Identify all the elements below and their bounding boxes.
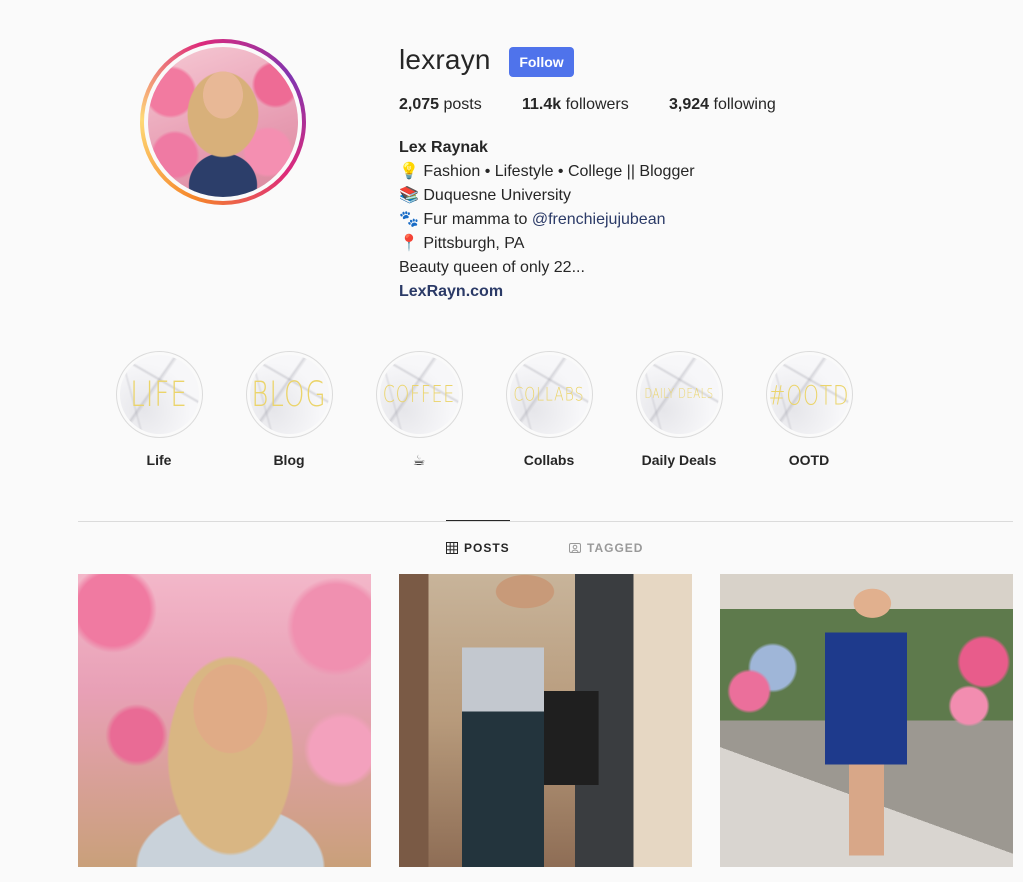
highlight-ring: DAILY DEALS: [635, 351, 723, 438]
profile-full-name: Lex Raynak: [399, 139, 488, 156]
highlight-ring: COFFEE: [375, 351, 463, 438]
grid-icon: [446, 542, 458, 554]
tab-posts-label: POSTS: [464, 541, 510, 555]
followers-count[interactable]: 11.4k followers: [522, 96, 629, 114]
highlight-cover: BLOG: [249, 355, 329, 434]
posts-count-label: posts: [443, 96, 482, 113]
profile-bio: Lex Raynak 💡 Fashion • Lifestyle • Colle…: [399, 136, 695, 304]
highlight-daily-deals[interactable]: DAILY DEALS Daily Deals: [614, 351, 744, 468]
highlight-ring: BLOG: [245, 351, 333, 438]
highlight-cover: LIFE: [119, 355, 199, 434]
tab-posts[interactable]: POSTS: [446, 541, 510, 555]
post-thumbnail[interactable]: [720, 574, 1013, 867]
highlight-cover-text: COLLABS: [513, 383, 585, 406]
followers-count-label: followers: [565, 96, 629, 113]
highlight-blog[interactable]: BLOG Blog: [224, 351, 354, 468]
following-count[interactable]: 3,924 following: [669, 96, 776, 114]
highlight-label: OOTD: [788, 452, 830, 468]
posts-count: 2,075 posts: [399, 96, 482, 114]
followers-count-value: 11.4k: [522, 96, 562, 113]
highlight-label: Daily Deals: [641, 452, 717, 468]
bio-line-3-text: 🐾 Fur mamma to: [399, 211, 532, 228]
highlight-ootd[interactable]: #OOTD OOTD: [744, 351, 874, 468]
post-thumbnail[interactable]: [399, 574, 692, 867]
profile-avatar-frame: [144, 43, 302, 201]
highlight-label: Blog: [273, 452, 305, 468]
tab-tagged-label: TAGGED: [587, 541, 644, 555]
following-count-value: 3,924: [669, 96, 710, 113]
highlight-label: ☕: [412, 452, 426, 468]
highlight-ring: COLLABS: [505, 351, 593, 438]
tab-tagged[interactable]: TAGGED: [569, 541, 643, 555]
highlight-cover: COFFEE: [379, 355, 459, 434]
bio-line-1: 💡 Fashion • Lifestyle • College || Blogg…: [399, 163, 695, 180]
bio-line-3: 🐾 Fur mamma to @frenchiejujubean: [399, 208, 695, 232]
posts-count-value: 2,075: [399, 96, 440, 113]
tag-person-icon: [569, 542, 581, 554]
highlight-ring: #OOTD: [765, 351, 853, 438]
tabs-divider: [78, 521, 1013, 522]
highlight-cover-text: BLOG: [251, 374, 327, 415]
profile-avatar[interactable]: [148, 47, 298, 197]
website-link[interactable]: LexRayn.com: [399, 280, 695, 304]
highlight-coffee[interactable]: COFFEE ☕: [354, 351, 484, 469]
highlight-cover: COLLABS: [509, 355, 589, 434]
highlight-life[interactable]: LIFE Life: [94, 351, 224, 468]
following-count-label: following: [713, 96, 776, 113]
highlight-cover-text: #OOTD: [769, 378, 849, 411]
highlight-ring: LIFE: [115, 351, 203, 438]
bio-line-2: 📚 Duquesne University: [399, 187, 571, 204]
highlight-cover: DAILY DEALS: [639, 355, 719, 434]
bio-line-5: Beauty queen of only 22...: [399, 259, 585, 276]
active-tab-indicator: [446, 520, 510, 521]
follow-button[interactable]: Follow: [509, 47, 574, 77]
bio-line-4: 📍 Pittsburgh, PA: [399, 235, 525, 252]
highlight-cover: #OOTD: [769, 355, 849, 434]
highlight-collabs[interactable]: COLLABS Collabs: [484, 351, 614, 468]
highlight-cover-text: LIFE: [130, 374, 188, 415]
mention-link[interactable]: @frenchiejujubean: [532, 211, 666, 228]
highlight-label: Life: [146, 452, 172, 468]
highlight-cover-text: COFFEE: [382, 381, 456, 408]
profile-username: lexrayn: [399, 44, 491, 75]
highlight-label: Collabs: [523, 452, 575, 468]
profile-avatar-ring[interactable]: [140, 39, 306, 205]
highlight-cover-text: DAILY DEALS: [644, 387, 714, 402]
post-thumbnail[interactable]: [78, 574, 371, 867]
